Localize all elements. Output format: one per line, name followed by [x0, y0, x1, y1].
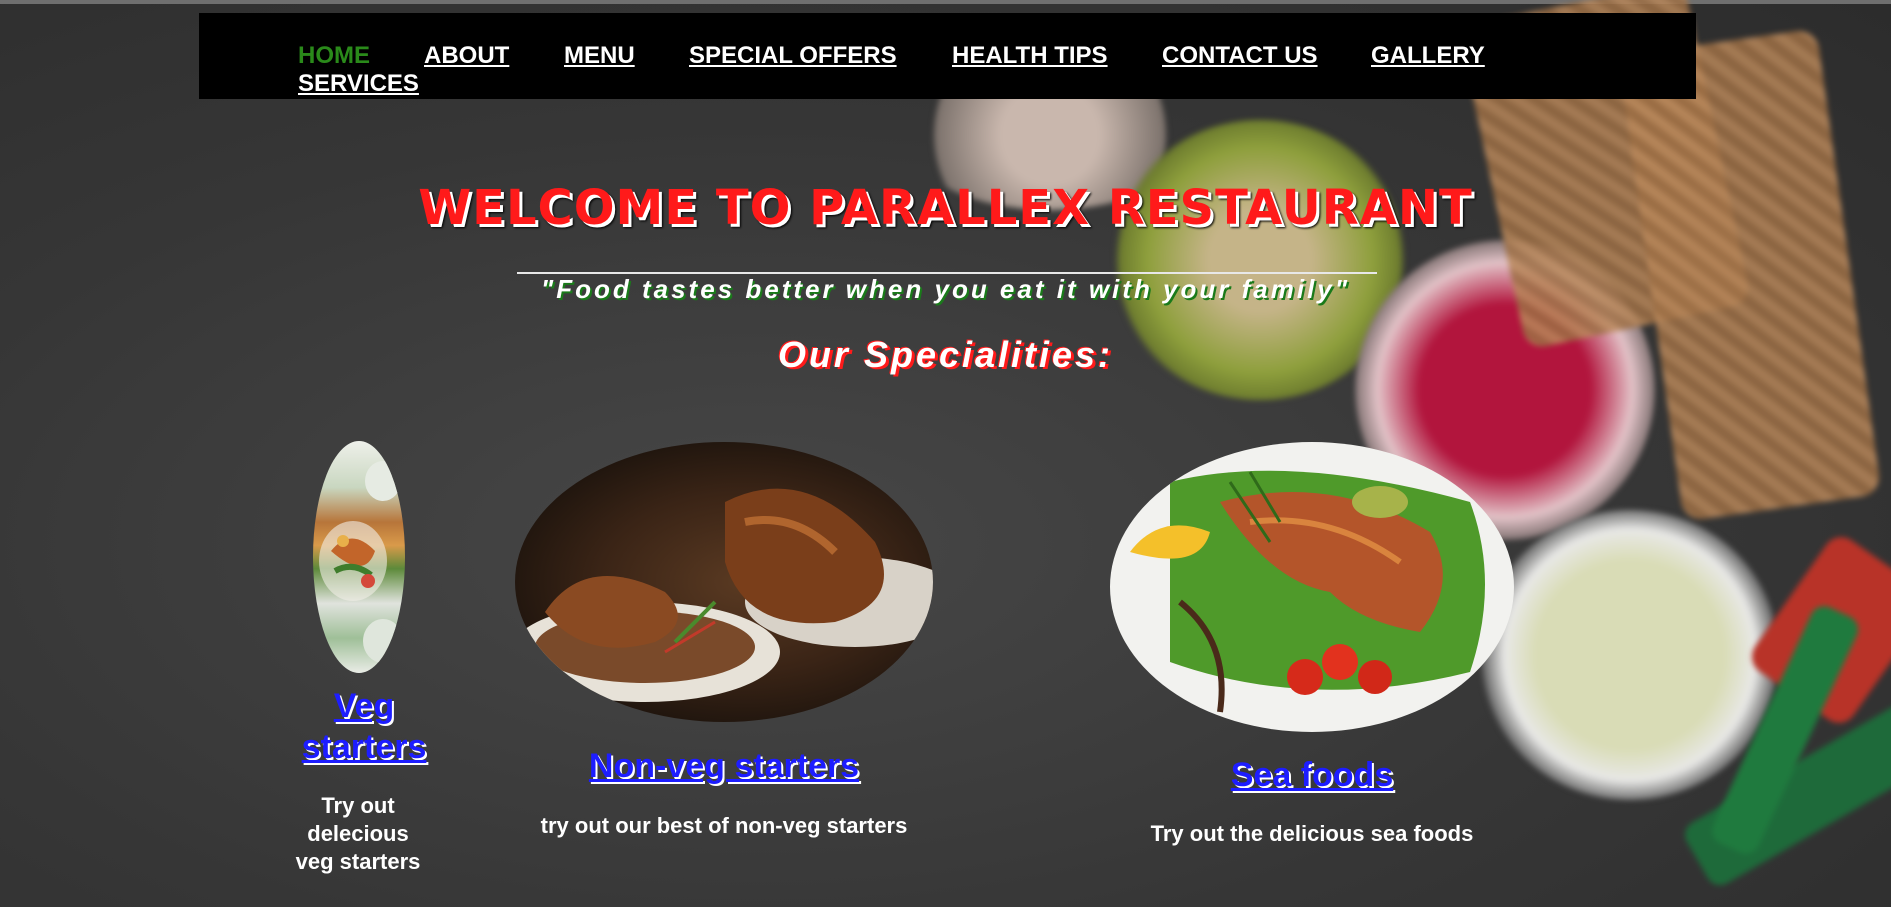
- veg-starters-image: [313, 441, 405, 673]
- background-image: [0, 0, 1891, 907]
- non-veg-starters-description: try out our best of non-veg starters: [540, 813, 908, 838]
- specialities-heading: Our Specialities:: [777, 334, 1114, 375]
- nav-item-services[interactable]: SERVICES: [298, 70, 419, 98]
- veg-starters-description: Try out delecious veg starters: [295, 793, 421, 874]
- tagline-quote: "Food tastes better when you eat it with…: [540, 274, 1351, 304]
- nav-item-about[interactable]: ABOUT: [424, 42, 509, 70]
- non-veg-starters-link[interactable]: Non-veg starters: [515, 746, 933, 787]
- salad-icon: [319, 461, 403, 663]
- sea-foods-link[interactable]: Sea foods: [1110, 755, 1514, 796]
- salmon-icon: [1130, 470, 1485, 713]
- nav-item-home[interactable]: HOME: [298, 42, 370, 70]
- sea-foods-image: [1110, 442, 1514, 732]
- nav-item-gallery[interactable]: GALLERY: [1371, 42, 1485, 70]
- page-title: WELCOME TO PARALLEX RESTAURANT: [418, 180, 1473, 236]
- nav-item-special-offers[interactable]: SPECIAL OFFERS: [689, 42, 897, 70]
- nav-item-contact-us[interactable]: CONTACT US: [1162, 42, 1318, 70]
- nav-item-menu[interactable]: MENU: [564, 42, 635, 70]
- non-veg-starters-image: [515, 442, 933, 722]
- sea-foods-description: Try out the delicious sea foods: [1150, 821, 1474, 846]
- nav-item-health-tips[interactable]: HEALTH TIPS: [952, 42, 1108, 70]
- chicken-icon: [515, 488, 933, 702]
- main-nav: HOME ABOUT MENU SPECIAL OFFERS HEALTH TI…: [199, 13, 1696, 99]
- veg-starters-link[interactable]: Veg starters: [290, 686, 438, 768]
